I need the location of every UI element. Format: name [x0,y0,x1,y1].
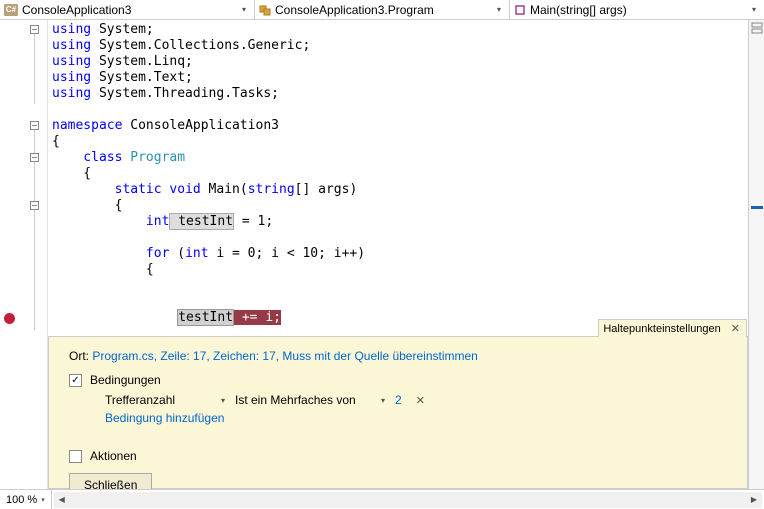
chevron-down-icon: ▾ [41,496,45,504]
remove-condition-icon[interactable]: ✕ [412,394,429,407]
method-icon [514,4,526,16]
code-line: int testInt = 1; [52,214,748,230]
code-line: using System.Collections.Generic; [52,38,748,54]
condition-type-dropdown[interactable]: Trefferanzahl▾ [105,393,225,407]
scroll-left-icon[interactable]: ◀ [54,492,70,508]
chevron-down-icon: ▾ [381,396,385,405]
conditions-row: ✓ Bedingungen [69,373,727,387]
overview-ruler[interactable] [748,20,764,489]
nav-project-dropdown[interactable]: C# ConsoleApplication3 ▾ [0,0,255,19]
nav-class-dropdown[interactable]: ConsoleApplication3.Program ▾ [255,0,510,19]
code-line: { [52,262,748,278]
close-icon[interactable]: ✕ [729,322,742,335]
code-line: namespace ConsoleApplication3 [52,118,748,134]
outline-toggle[interactable] [30,201,39,210]
condition-detail-row: Trefferanzahl▾ Ist ein Mehrfaches von▾ 2… [105,393,727,407]
outline-toggle[interactable] [30,153,39,162]
outline-toggle[interactable] [30,25,39,34]
code-line: using System.Threading.Tasks; [52,86,748,102]
csharp-icon: C# [4,4,18,16]
code-line: static void Main(string[] args) [52,182,748,198]
chevron-down-icon: ▾ [242,5,250,14]
code-line: using System; [52,22,748,38]
condition-operator-dropdown[interactable]: Ist ein Mehrfaches von▾ [235,393,385,407]
chevron-down-icon: ▾ [497,5,505,14]
chevron-down-icon: ▾ [752,5,760,14]
location-link[interactable]: Program.cs, Zeile: 17, Zeichen: 17, Muss… [92,349,478,363]
panel-title: Haltepunkteinstellungen [603,323,720,335]
class-icon [259,4,271,16]
location-label: Ort: [69,349,92,363]
panel-tab: Haltepunkteinstellungen ✕ [598,319,747,337]
code-line: class Program [52,150,748,166]
add-condition-link[interactable]: Bedingung hinzufügen [105,411,224,425]
outline-toggle[interactable] [30,121,39,130]
scroll-right-icon[interactable]: ▶ [746,492,762,508]
code-line: { [52,198,748,214]
actions-checkbox[interactable] [69,450,82,463]
condition-value[interactable]: 2 [395,393,402,407]
conditions-checkbox[interactable]: ✓ [69,374,82,387]
code-line: using System.Text; [52,70,748,86]
horizontal-scrollbar[interactable]: ◀ ▶ [54,492,762,508]
code-line: testInt += i; [52,278,748,310]
breakpoint-settings-panel: Haltepunkteinstellungen ✕ Ort: Program.c… [48,336,748,489]
zoom-dropdown[interactable]: 100 %▾ [0,490,52,509]
ruler-marker [751,206,763,209]
nav-method-text: Main(string[] args) [530,3,752,17]
breakpoint-icon[interactable] [4,313,15,324]
nav-class-text: ConsoleApplication3.Program [275,3,497,17]
split-icon[interactable] [751,22,763,34]
navigation-bar: C# ConsoleApplication3 ▾ ConsoleApplicat… [0,0,764,20]
nav-method-dropdown[interactable]: Main(string[] args) ▾ [510,0,764,19]
outlining-margin[interactable] [22,20,48,489]
actions-label: Aktionen [90,449,137,463]
code-line [52,230,748,246]
code-line: { [52,134,748,150]
outline-line [34,34,35,104]
chevron-down-icon: ▾ [221,396,225,405]
actions-row: Aktionen [69,449,727,463]
bottom-bar: 100 %▾ ◀ ▶ [0,489,764,509]
code-line: using System.Linq; [52,54,748,70]
nav-project-text: ConsoleApplication3 [22,3,242,17]
code-line [52,102,748,118]
location-line: Ort: Program.cs, Zeile: 17, Zeichen: 17,… [69,349,727,363]
code-line: for (int i = 0; i < 10; i++) [52,246,748,262]
code-line: { [52,166,748,182]
conditions-label: Bedingungen [90,373,161,387]
breakpoint-gutter[interactable] [0,20,22,489]
